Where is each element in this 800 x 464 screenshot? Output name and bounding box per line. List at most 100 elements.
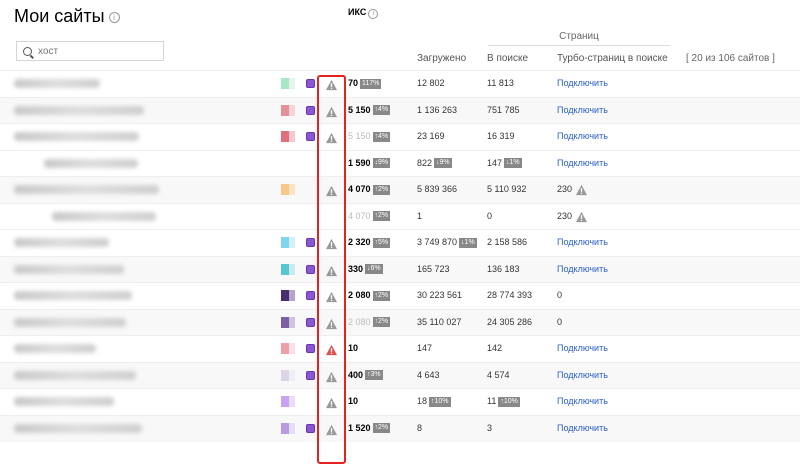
iks-change-badge: ↓9%	[372, 158, 391, 169]
connect-turbo-link[interactable]: Подключить	[557, 423, 608, 433]
site-row[interactable]: 330 ↓6% 165 723 136 183 Подключить	[0, 255, 800, 283]
iks-value: 70 117%	[348, 78, 382, 89]
search-input[interactable]	[38, 45, 148, 57]
connect-turbo-link[interactable]: Подключить	[557, 158, 608, 168]
in-search-number: 24 305 286	[487, 316, 533, 327]
search-icon	[23, 46, 32, 56]
connect-turbo-link[interactable]: Подключить	[557, 264, 608, 274]
color-swatch	[289, 290, 295, 301]
iks-value: 10	[348, 396, 358, 406]
connect-turbo-link[interactable]: Подключить	[557, 78, 608, 88]
connect-turbo-link[interactable]: Подключить	[557, 370, 608, 380]
iks-change-badge: ↓6%	[365, 264, 383, 275]
column-loaded[interactable]: Загружено	[417, 53, 466, 64]
site-row[interactable]: 5 150 ↑4% 23 169 16 319 Подключить	[0, 123, 800, 150]
loaded-change-badge: ↓1%	[459, 237, 477, 248]
site-row[interactable]: 4 070 ↑2% 1 0 230	[0, 202, 800, 230]
color-swatch	[289, 131, 295, 142]
in-search-number: 136 183	[487, 263, 520, 274]
column-iks[interactable]: ИКС i	[348, 7, 379, 19]
site-row[interactable]: 1 520 ↑2% 8 3 Подключить	[0, 414, 800, 442]
page-title-text: Мои сайты	[14, 6, 105, 26]
in-search-value: 0	[487, 211, 492, 221]
host-name[interactable]	[14, 317, 126, 327]
site-row[interactable]: 70 117% 12 802 11 813 Подключить	[0, 70, 800, 97]
connect-turbo-link[interactable]: Подключить	[557, 237, 608, 247]
warning-icon[interactable]	[575, 183, 588, 196]
pages-group-label: Страниц	[559, 31, 599, 42]
loaded-number: 30 223 561	[417, 290, 463, 300]
iks-value: 2 080 ↑2%	[348, 316, 391, 328]
iks-value: 10	[348, 343, 358, 353]
warning-icon[interactable]	[575, 210, 588, 222]
site-row[interactable]: 400 ↑3% 4 643 4 574 Подключить	[0, 361, 800, 389]
loaded-value: 165 723	[417, 264, 450, 274]
iks-number: 4 070	[348, 184, 371, 194]
loaded-number: 822	[417, 157, 433, 168]
in-search-value: 11 ↑10%	[487, 396, 520, 407]
loaded-value: 18 ↑10%	[417, 396, 451, 407]
connect-turbo-link[interactable]: Подключить	[557, 343, 608, 353]
host-name[interactable]	[14, 79, 100, 88]
iks-number: 2 080	[348, 290, 371, 300]
site-row[interactable]: 2 080 ↑2% 35 110 027 24 305 286 0	[0, 308, 800, 336]
color-swatch	[281, 369, 289, 381]
color-swatch	[289, 184, 295, 195]
connect-turbo-link[interactable]: Подключить	[557, 105, 608, 115]
in-search-value: 16 319	[487, 131, 515, 141]
iks-number: 400	[348, 369, 364, 380]
host-name[interactable]	[14, 370, 136, 380]
host-name[interactable]	[14, 423, 142, 433]
color-swatch	[289, 263, 295, 275]
site-row[interactable]: 2 320 ↑5% 3 749 870 ↓1% 2 158 586 Подключить	[0, 229, 800, 256]
iks-number: 2 320	[348, 237, 371, 247]
iks-number: 2 080	[348, 316, 371, 327]
host-name[interactable]	[14, 264, 124, 274]
host-name[interactable]	[14, 132, 139, 141]
connect-turbo-link[interactable]: Подключить	[557, 396, 608, 406]
site-row[interactable]: 4 070 ↑2% 5 839 366 5 110 932 230	[0, 176, 800, 203]
iks-value: 330 ↓6%	[348, 264, 383, 275]
iks-number: 10	[348, 343, 359, 353]
iks-change-badge: ↑2%	[372, 423, 391, 434]
in-search-value: 136 183	[487, 264, 520, 274]
info-icon[interactable]: i	[108, 11, 120, 23]
host-name[interactable]	[14, 397, 114, 406]
turbo-count: 230	[557, 184, 573, 194]
loaded-number: 1 136 263	[417, 104, 458, 115]
info-icon[interactable]: i	[368, 9, 379, 19]
host-name[interactable]	[14, 238, 109, 247]
loaded-value: 23 169	[417, 131, 445, 141]
in-search-value: 2 158 586	[487, 237, 527, 247]
site-row[interactable]: 10 147 142 Подключить	[0, 335, 800, 362]
iks-change-badge: ↑4%	[372, 105, 391, 116]
host-search[interactable]	[16, 41, 164, 61]
site-favicon-icon	[306, 132, 315, 141]
turbo-count: 0	[557, 316, 563, 327]
host-name[interactable]	[14, 105, 144, 115]
host-name[interactable]	[14, 344, 96, 353]
site-favicon-icon	[306, 79, 315, 88]
loaded-value: 4 643	[417, 370, 440, 380]
connect-turbo-link[interactable]: Подключить	[557, 131, 608, 141]
host-name[interactable]	[52, 211, 156, 221]
column-turbo[interactable]: Турбо-страниц в поиске	[557, 53, 668, 64]
iks-number: 70	[348, 78, 359, 88]
color-swatch	[281, 343, 289, 354]
site-row[interactable]: 1 590 ↓9% 822 ↓9% 147 ↓1% Подключить	[0, 149, 800, 177]
site-favicon-icon	[306, 264, 315, 274]
site-favicon-icon	[306, 423, 315, 433]
site-row[interactable]: 5 150 ↑4% 1 136 263 751 785 Подключить	[0, 96, 800, 124]
iks-change-badge: ↑2%	[372, 184, 391, 195]
host-name[interactable]	[44, 158, 138, 168]
site-row[interactable]: 10 18 ↑10% 11 ↑10% Подключить	[0, 388, 800, 415]
site-row[interactable]: 2 080 ↑2% 30 223 561 28 774 393 0	[0, 282, 800, 309]
host-name[interactable]	[14, 291, 132, 300]
host-name[interactable]	[14, 185, 159, 194]
column-in-search[interactable]: В поиске	[487, 53, 528, 64]
color-swatch	[281, 396, 289, 407]
color-swatch	[281, 290, 289, 301]
sites-count: [ 20 из 106 сайтов ]	[686, 53, 775, 64]
in-search-value: 142	[487, 343, 502, 353]
loaded-value: 822 ↓9%	[417, 158, 452, 169]
